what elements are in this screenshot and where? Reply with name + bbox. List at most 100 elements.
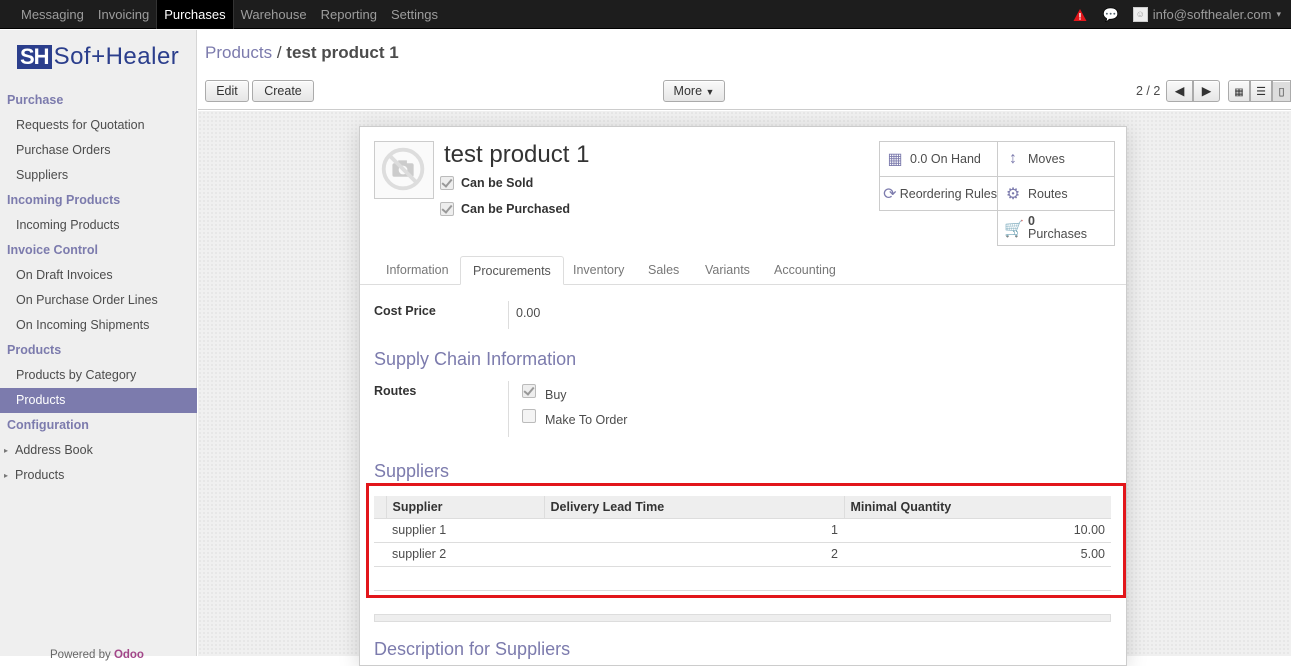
route-buy-checkbox[interactable]: Buy [522,384,567,402]
table-row[interactable]: supplier 1 1 10.00 [374,517,1111,542]
route-mto-checkbox[interactable]: Make To Order [522,409,627,427]
form-view-button[interactable]: ▯ [1272,80,1291,102]
cost-price-value[interactable]: 0.00 [516,306,540,320]
column-delivery-lead-time[interactable]: Delivery Lead Time [543,496,844,518]
refresh-icon: ⟳ [883,185,897,203]
odoo-link[interactable]: Odoo [114,649,144,661]
can-be-purchased-label: Can be Purchased [461,202,571,216]
kanban-view-button[interactable]: ▦ [1228,80,1250,102]
control-panel: Products / test product 1 Edit Create Mo… [198,30,1291,110]
shopping-cart-icon: 🛒 [1004,221,1024,238]
product-name[interactable]: test product 1 [444,141,589,169]
chat-icon[interactable]: 💬 [1103,7,1119,23]
list-view-button[interactable]: ☰ [1250,80,1272,102]
logo-text: Sof+Healer [53,43,180,70]
cell-min-qty: 10.00 [844,517,1111,542]
breadcrumb: Products / test product 1 [205,43,399,63]
sidebar-item-on-incoming-shipments[interactable]: On Incoming Shipments [0,313,197,338]
column-minimal-quantity[interactable]: Minimal Quantity [843,496,1111,518]
breadcrumb-separator: / [276,43,282,62]
sidebar-item-suppliers[interactable]: Suppliers [0,163,197,188]
tab-accounting[interactable]: Accounting [762,256,848,285]
form-sheet: test product 1 Can be Sold Can be Purcha… [359,126,1127,666]
purchases-button[interactable]: 🛒 0 Purchases [997,210,1115,246]
menu-invoicing[interactable]: Invoicing [91,0,156,29]
sidebar-section-products: Products [7,343,62,357]
moves-button[interactable]: ↕ Moves [997,141,1115,177]
sidebar-section-purchase: Purchase [7,93,64,107]
cell-lead-time: 1 [544,517,844,542]
suppliers-title: Suppliers [374,461,450,481]
breadcrumb-current: test product 1 [286,43,399,62]
sidebar-menu: Purchase Requests for Quotation Purchase… [0,88,197,488]
tab-procurements[interactable]: Procurements [460,256,564,285]
avatar[interactable]: ☺ [1132,7,1148,22]
user-email[interactable]: info@softhealer.com [1153,7,1272,22]
chevron-down-icon[interactable]: ▾ [1276,9,1281,20]
cogs-icon: ⚙ [1005,185,1021,203]
powered-by: Powered by Odoo [50,649,144,661]
notebook-tabs: Information Procurements Inventory Sales… [360,256,1126,285]
menu-settings[interactable]: Settings [384,0,445,29]
sidebar-item-products-by-category[interactable]: Products by Category [0,363,197,388]
sidebar-item-requests-for-quotation[interactable]: Requests for Quotation [0,113,197,138]
caret-down-icon: ▼ [705,87,715,97]
sidebar-item-products[interactable]: Products [0,388,197,413]
table-row[interactable]: supplier 2 2 5.00 [374,541,1111,566]
empty-cell [544,565,844,591]
tab-inventory[interactable]: Inventory [561,256,636,285]
edit-button[interactable]: Edit [205,80,249,102]
breadcrumb-products[interactable]: Products [205,43,272,62]
purchases-label: Purchases [1028,227,1088,241]
sidebar-section-configuration: Configuration [7,418,89,432]
tab-variants[interactable]: Variants [693,256,762,285]
sidebar-item-incoming-products[interactable]: Incoming Products [0,213,197,238]
top-menu: Messaging Invoicing Purchases Warehouse … [14,0,445,29]
on-hand-button[interactable]: ▦ 0.0 On Hand [879,141,998,177]
row-spacer [374,517,386,542]
description-suppliers-title: Description for Suppliers [374,639,571,659]
pager-next-button[interactable]: ▶ [1193,80,1220,102]
product-image[interactable] [374,141,434,199]
pager-value[interactable]: 2 / 2 [1136,84,1160,98]
menu-warehouse[interactable]: Warehouse [234,0,314,29]
sidebar-item-address-book[interactable]: Address Book [0,438,197,463]
tab-information[interactable]: Information [374,256,461,285]
top-navbar: Messaging Invoicing Purchases Warehouse … [0,0,1291,29]
can-be-purchased-checkbox[interactable]: Can be Purchased [440,202,570,216]
moves-label: Moves [1028,152,1065,166]
form-view-area: test product 1 Can be Sold Can be Purcha… [198,111,1291,666]
list-icon: ☰ [1256,86,1266,98]
arrow-right-icon: ▶ [1201,84,1212,98]
building-icon: ▦ [887,151,903,168]
column-supplier[interactable]: Supplier [385,496,544,518]
empty-cell [844,565,1111,591]
menu-messaging[interactable]: Messaging [14,0,91,29]
sidebar-item-on-purchase-order-lines[interactable]: On Purchase Order Lines [0,288,197,313]
reordering-rules-button[interactable]: ⟳ Reordering Rules [879,176,998,211]
menu-purchases[interactable]: Purchases [156,0,234,29]
field-separator [508,381,509,437]
pager-previous-button[interactable]: ◀ [1166,80,1193,102]
create-button[interactable]: Create [252,80,314,102]
cell-min-qty: 5.00 [844,541,1111,566]
company-logo[interactable]: SH Sof+Healer [17,43,179,71]
sidebar-item-purchase-orders[interactable]: Purchase Orders [0,138,197,163]
warning-icon[interactable] [1073,8,1087,22]
more-button[interactable]: More ▼ [663,80,725,102]
checkbox-unchecked-icon [522,409,536,423]
cell-supplier: supplier 1 [386,517,544,542]
purchases-stat: 0 Purchases [1028,215,1087,241]
row-spacer [374,541,386,566]
menu-reporting[interactable]: Reporting [314,0,384,29]
form-icon: ▯ [1278,86,1285,98]
top-right-area: 💬 ☺ info@softhealer.com ▾ [1073,0,1281,29]
cell-supplier: supplier 2 [386,541,544,566]
sidebar-section-incoming-products: Incoming Products [7,193,121,207]
routes-button[interactable]: ⚙ Routes [997,176,1115,211]
can-be-sold-checkbox[interactable]: Can be Sold [440,176,533,190]
tab-sales[interactable]: Sales [636,256,691,285]
sidebar-item-config-products[interactable]: Products [0,463,197,488]
camera-off-icon [381,147,425,191]
sidebar-item-on-draft-invoices[interactable]: On Draft Invoices [0,263,197,288]
